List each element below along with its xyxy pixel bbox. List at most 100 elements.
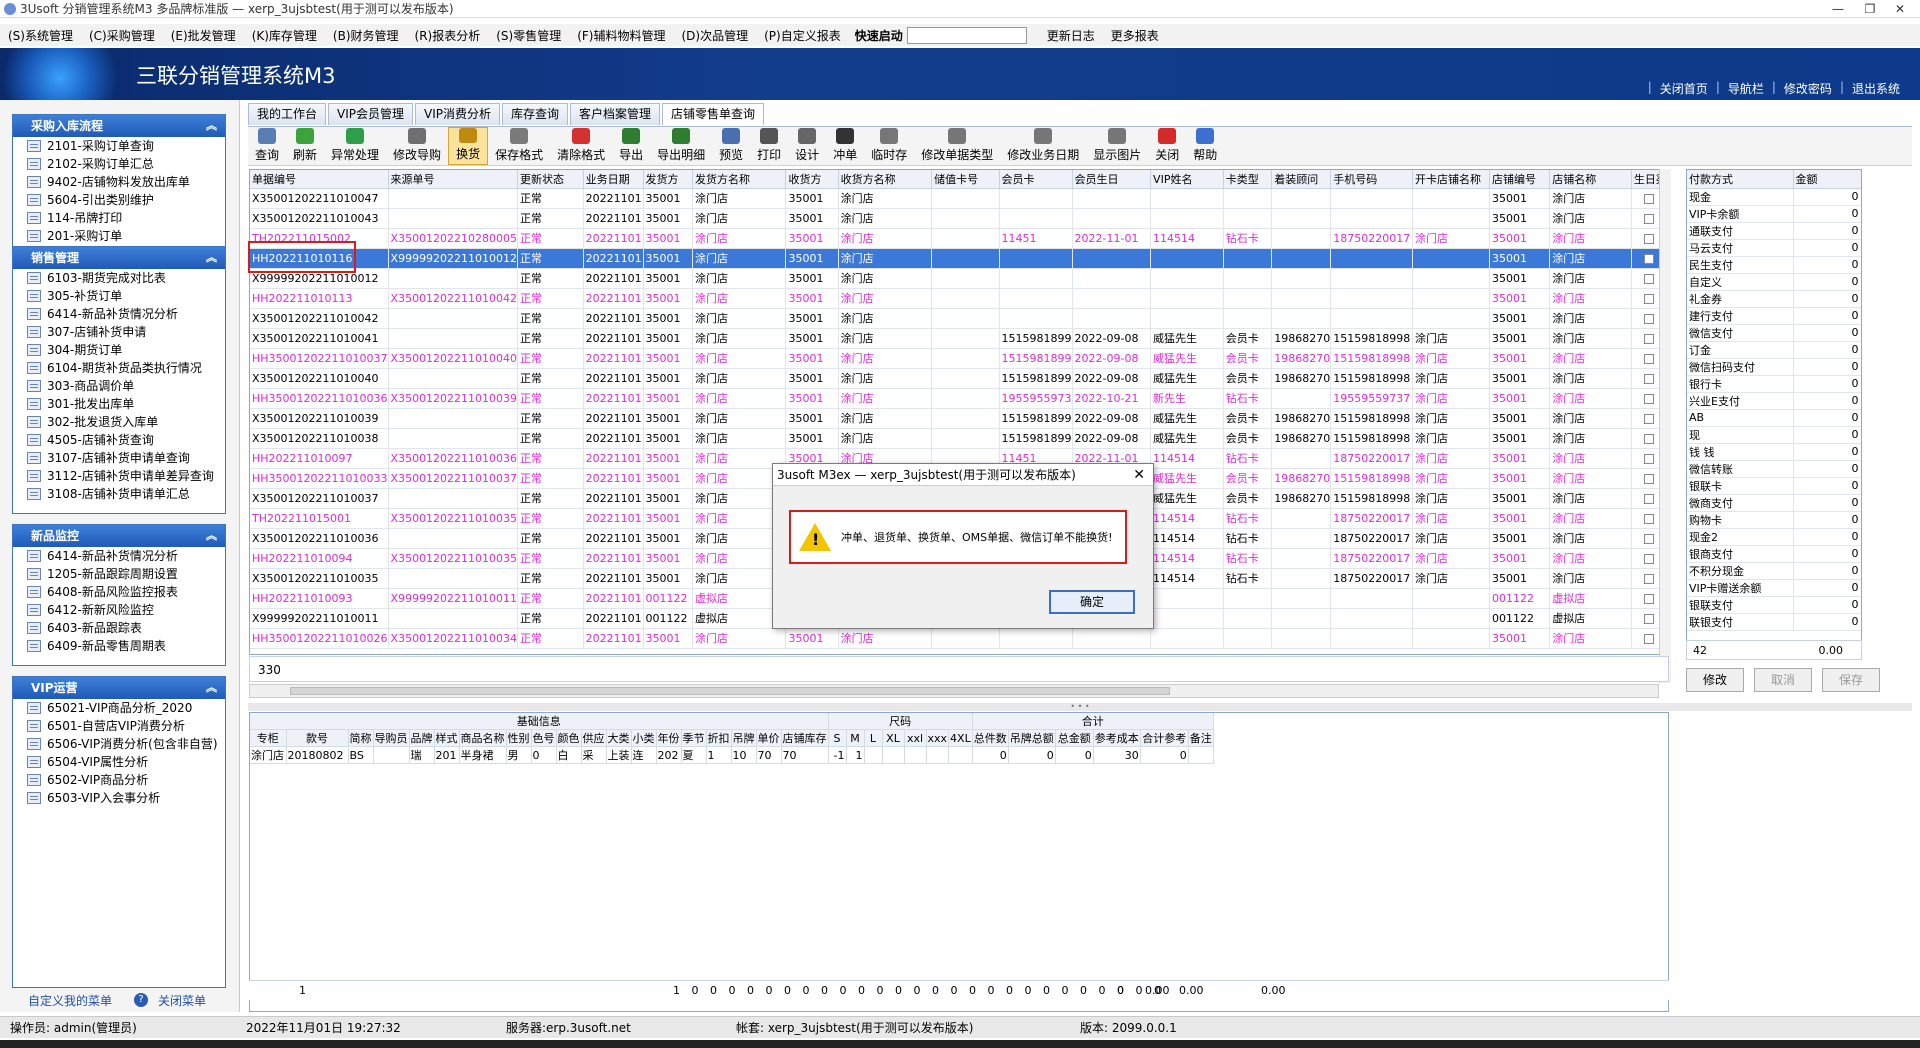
row-checkbox[interactable] <box>1644 593 1655 604</box>
toolbar-button-close[interactable]: 关闭 <box>1148 127 1186 165</box>
detail-column-header[interactable]: 品牌 <box>409 729 435 747</box>
row-checkbox[interactable] <box>1644 573 1655 584</box>
payment-row[interactable]: 订金 0 <box>1687 341 1861 359</box>
detail-column-header[interactable]: XL <box>882 729 905 747</box>
detail-column-header[interactable]: 合计参考 <box>1140 729 1189 747</box>
column-header[interactable]: 店铺名称 <box>1549 170 1632 189</box>
panel-splitter[interactable]: • • • <box>248 703 1912 711</box>
payment-row[interactable]: 礼金券 0 <box>1687 290 1861 308</box>
toolbar-button-reverse[interactable]: 冲单 <box>826 127 864 165</box>
toolbar-button-design[interactable]: 设计 <box>788 127 826 165</box>
window-close-button[interactable]: ✕ <box>1880 0 1920 18</box>
detail-column-header[interactable]: 颜色 <box>556 729 582 747</box>
menu-system[interactable]: (S)系统管理 <box>0 27 81 44</box>
detail-column-header[interactable]: 大类 <box>606 729 632 747</box>
payment-row[interactable]: VIP卡赠送余额 0 <box>1687 579 1861 597</box>
toolbar-button-print[interactable]: 打印 <box>750 127 788 165</box>
row-checkbox[interactable] <box>1644 433 1655 444</box>
nav-bar-link[interactable]: 导航栏 <box>1722 80 1770 97</box>
toolbar-button-image[interactable]: 显示图片 <box>1086 127 1148 165</box>
payment-row[interactable]: AB 0 <box>1687 409 1861 427</box>
collapse-icon[interactable]: ︽ <box>206 677 217 699</box>
row-checkbox[interactable] <box>1644 453 1655 464</box>
table-row[interactable]: HH202211010116 X99999202211010012 正常 202211… <box>250 248 1668 269</box>
payment-row[interactable]: 微信扫码支付 0 <box>1687 358 1861 376</box>
close-home-link[interactable]: 关闭首页 <box>1654 80 1714 97</box>
menu-update-log[interactable]: 更新日志 <box>1039 27 1103 44</box>
menu-reports[interactable]: (R)报表分析 <box>407 27 489 44</box>
payment-row[interactable]: 现金 0 <box>1687 188 1861 206</box>
custom-menu-link[interactable]: 自定义我的菜单 <box>28 992 112 1009</box>
table-row[interactable]: HH35001202211010036 X35001202211010039 正常 2… <box>250 388 1668 409</box>
detail-column-header[interactable]: 吊牌 <box>731 729 757 747</box>
table-row[interactable]: X35001202211010047 正常 20221101 35001 涂门店 3500… <box>250 188 1668 209</box>
table-row[interactable]: X35001202211010040 正常 20221101 35001 涂门店 3500… <box>250 368 1668 389</box>
toolbar-button-clear-format[interactable]: 清除格式 <box>550 127 612 165</box>
dialog-ok-button[interactable]: 确定 <box>1049 590 1135 614</box>
collapse-icon[interactable]: ︽ <box>206 115 217 137</box>
table-row[interactable]: X99999202211010012 正常 20221101 35001 涂门店 3500… <box>250 268 1668 289</box>
column-header[interactable]: 更新状态 <box>517 170 584 189</box>
detail-column-header[interactable]: 样式 <box>434 729 460 747</box>
detail-column-header[interactable]: 商品名称 <box>459 729 507 747</box>
toolbar-button-export-detail[interactable]: 导出明细 <box>650 127 712 165</box>
detail-column-header[interactable]: M <box>846 729 865 747</box>
detail-column-header[interactable]: 备注 <box>1188 729 1214 747</box>
detail-column-header[interactable]: S <box>828 729 847 747</box>
payment-row[interactable]: 钱 钱0 <box>1687 443 1861 461</box>
detail-column-header[interactable]: 小类 <box>631 729 657 747</box>
detail-column-header[interactable]: 折扣 <box>706 729 732 747</box>
panel-header[interactable]: 销售管理 ︽ <box>13 247 225 269</box>
dialog-close-icon[interactable]: ✕ <box>1133 464 1145 486</box>
sidebar-item[interactable]: 3108-店铺补货申请单汇总 <box>13 485 225 503</box>
toolbar-button-edit-guide[interactable]: 修改导购 <box>386 127 448 165</box>
menu-finance[interactable]: (B)财务管理 <box>325 27 407 44</box>
toolbar-button-exception[interactable]: 异常处理 <box>324 127 386 165</box>
payment-row[interactable]: 自定义 0 <box>1687 273 1861 291</box>
collapse-icon[interactable]: ︽ <box>206 247 217 269</box>
detail-column-header[interactable]: xxx <box>926 729 950 747</box>
detail-column-header[interactable]: 单价 <box>756 729 782 747</box>
payment-row[interactable]: 银商支付 0 <box>1687 545 1861 563</box>
tab-vip-consumption[interactable]: VIP消费分析 <box>415 103 501 125</box>
menu-retail[interactable]: (S)零售管理 <box>488 27 569 44</box>
column-header[interactable]: 会员卡 <box>999 170 1073 189</box>
column-header[interactable]: 发货方 <box>643 170 693 189</box>
payment-row[interactable]: VIP卡余额 0 <box>1687 205 1861 223</box>
column-header[interactable]: 来源单号 <box>388 170 519 189</box>
detail-column-header[interactable]: 总金额 <box>1055 729 1094 747</box>
detail-column-header[interactable]: 导购员 <box>373 729 410 747</box>
toolbar-button-help[interactable]: 帮助 <box>1186 127 1224 165</box>
panel-header[interactable]: 新品监控 ︽ <box>13 525 225 547</box>
menu-wholesale[interactable]: (E)批发管理 <box>163 27 244 44</box>
table-row[interactable]: X35001202211010042 正常 20221101 35001 涂门店 3500… <box>250 308 1668 329</box>
table-row[interactable]: HH35001202211010026 X35001202211010034 正常 2… <box>250 628 1668 649</box>
tab-customer-records[interactable]: 客户档案管理 <box>570 103 661 125</box>
change-password-link[interactable]: 修改密码 <box>1778 80 1838 97</box>
payment-row[interactable]: 微信转账 0 <box>1687 460 1861 478</box>
row-checkbox[interactable] <box>1644 373 1655 384</box>
column-header[interactable]: 着装顾问 <box>1271 170 1332 189</box>
table-row[interactable]: HH35001202211010037 X35001202211010040 正常 2… <box>250 348 1668 369</box>
payment-row[interactable]: 现0 <box>1687 426 1861 444</box>
table-row[interactable]: X35001202211010043 正常 20221101 35001 涂门店 3500… <box>250 208 1668 229</box>
sidebar-item[interactable]: 6503-VIP入会事分析 <box>13 789 225 807</box>
menu-custom-reports[interactable]: (P)自定义报表 <box>756 27 849 44</box>
table-row[interactable]: TH202211015002 X35001202210280005 正常 202211… <box>250 228 1668 249</box>
toolbar-button-doc-type[interactable]: 修改单据类型 <box>914 127 1000 165</box>
payment-row[interactable]: 联银支付 0 <box>1687 613 1861 631</box>
detail-column-header[interactable]: 店铺库存 <box>781 729 829 747</box>
tab-workbench[interactable]: 我的工作台 <box>248 103 327 125</box>
column-header[interactable]: 储值卡号 <box>931 170 1000 189</box>
modify-button[interactable]: 修改 <box>1686 668 1744 692</box>
column-header[interactable]: 会员生日 <box>1072 170 1152 189</box>
detail-column-header[interactable]: xxl <box>904 729 927 747</box>
detail-column-header[interactable]: 吊牌总额 <box>1008 729 1056 747</box>
row-checkbox[interactable] <box>1644 273 1655 284</box>
panel-header[interactable]: 采购入库流程 ︽ <box>13 115 225 137</box>
payment-row[interactable]: 购物卡 0 <box>1687 511 1861 529</box>
toolbar-button-search[interactable]: 查询 <box>248 127 286 165</box>
column-header[interactable]: 手机号码 <box>1330 170 1413 189</box>
toolbar-button-temp-save[interactable]: 临时存 <box>864 127 914 165</box>
payment-row[interactable]: 微商支付 0 <box>1687 494 1861 512</box>
